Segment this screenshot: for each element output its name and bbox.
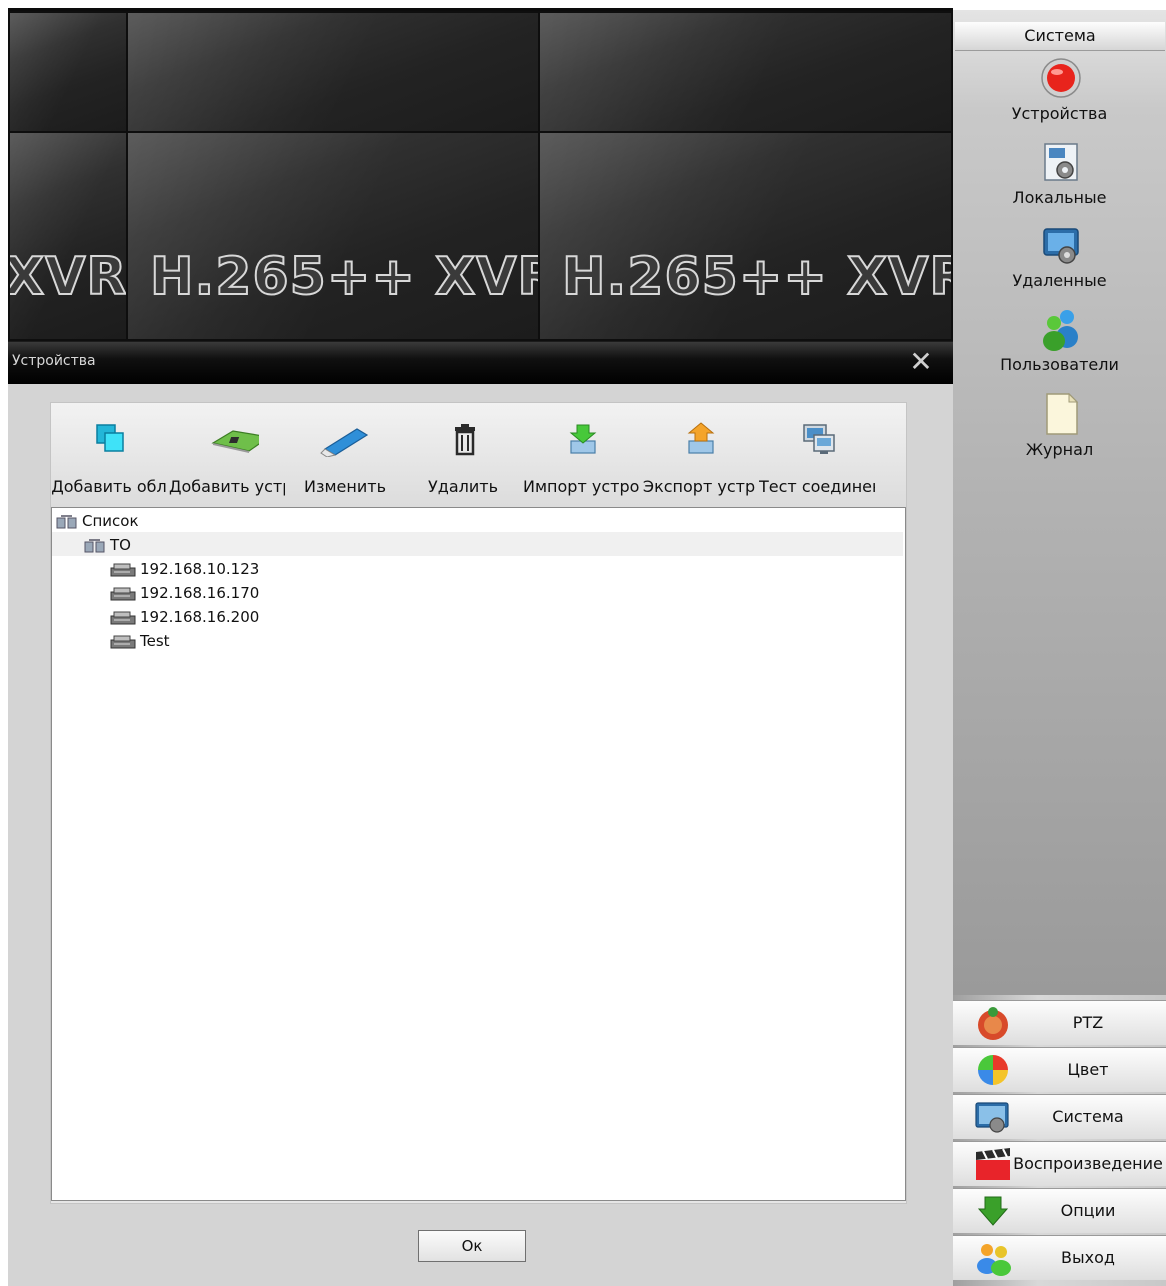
export-icon xyxy=(687,422,715,454)
device-tree: Список ТО 192.168.10.123 192.168.16.170 … xyxy=(51,507,906,1201)
video-brand-text: H.265++ XVR xyxy=(561,246,953,308)
device-label: Test xyxy=(140,632,170,650)
add-device-button[interactable]: Добавить устр xyxy=(169,417,285,501)
video-tile-1[interactable] xyxy=(8,11,128,133)
menu-item-label: Журнал xyxy=(1025,440,1094,459)
add-device-icon xyxy=(211,430,259,453)
delete-button[interactable]: Удалить xyxy=(405,417,521,501)
menu-item-label: Локальные xyxy=(1012,188,1107,207)
video-wall: XVR H.265++ XVR H.265++ XVR xyxy=(8,8,953,353)
edit-icon xyxy=(320,428,369,457)
tool-label: Изменить xyxy=(304,477,386,496)
menu-item-label: Устройства xyxy=(1011,104,1108,123)
ptz-label: PTZ xyxy=(1072,1013,1104,1032)
tree-device-item[interactable]: Test xyxy=(110,630,170,652)
menu-item-users[interactable]: Пользователи xyxy=(953,307,1166,389)
dvr-device-icon xyxy=(110,635,136,648)
menu-item-log[interactable]: Журнал xyxy=(953,392,1166,474)
menu-item-label: Пользователи xyxy=(1000,355,1119,374)
video-tile-5[interactable]: H.265++ XVR xyxy=(126,131,540,341)
red-record-icon xyxy=(1041,58,1081,98)
add-area-icon xyxy=(96,424,124,452)
video-tile-3[interactable] xyxy=(538,11,953,133)
system-icon xyxy=(975,1102,1009,1133)
add-area-button[interactable]: Добавить обл xyxy=(51,417,167,501)
system-label: Система xyxy=(1052,1107,1124,1126)
dvr-device-icon xyxy=(110,563,136,576)
trash-icon xyxy=(455,424,475,456)
edit-button[interactable]: Изменить xyxy=(287,417,403,501)
menu-item-label: Удаленные xyxy=(1012,271,1107,290)
tool-label: Импорт устро xyxy=(523,477,639,496)
playback-button[interactable]: Воспроизведение xyxy=(953,1141,1166,1186)
device-label: 192.168.10.123 xyxy=(140,560,260,578)
tree-root-label: Список xyxy=(82,512,139,530)
menu-item-devices[interactable]: Устройства xyxy=(953,56,1166,138)
test-connection-icon xyxy=(803,424,835,454)
device-label: 192.168.16.170 xyxy=(140,584,260,602)
tree-device-item[interactable]: 192.168.16.170 xyxy=(110,582,259,604)
color-label: Цвет xyxy=(1067,1060,1109,1079)
video-tile-6[interactable]: H.265++ XVR xyxy=(538,131,953,341)
tool-label: Добавить обл xyxy=(51,477,167,496)
menu-item-remote[interactable]: Удаленные xyxy=(953,223,1166,305)
tool-label: Добавить устр xyxy=(169,477,285,496)
ptz-button[interactable]: PTZ xyxy=(953,1000,1166,1045)
tool-label: Экспорт устр xyxy=(642,477,756,496)
tool-label: Удалить xyxy=(428,477,498,496)
local-settings-icon xyxy=(1044,143,1078,181)
ptz-icon xyxy=(978,1007,1008,1040)
users-icon xyxy=(1043,310,1078,351)
import-button[interactable]: Импорт устро xyxy=(523,417,639,501)
exit-button[interactable]: Выход xyxy=(953,1235,1166,1280)
system-menu: Система Устройства Локальные Удаленные П… xyxy=(953,10,1166,995)
log-document-icon xyxy=(1046,392,1079,435)
color-icon xyxy=(978,1055,1008,1085)
tree-row-highlight xyxy=(52,532,903,556)
ok-button[interactable]: Ок xyxy=(418,1230,526,1262)
folder-tree-icon xyxy=(56,514,77,528)
test-connection-button[interactable]: Тест соединени xyxy=(759,417,875,501)
dvr-device-icon xyxy=(110,611,136,624)
video-brand-text: H.265++ XVR xyxy=(149,246,540,308)
dialog-title: Устройства xyxy=(12,353,96,369)
tree-node-group[interactable]: ТО xyxy=(84,534,131,556)
device-label: 192.168.16.200 xyxy=(140,608,260,626)
folder-tree-icon xyxy=(84,538,105,552)
video-tile-2[interactable] xyxy=(126,11,540,133)
devices-dialog: Устройства ✕ Добавить обл Добавить устр xyxy=(8,342,953,1286)
tree-group-label: ТО xyxy=(110,536,131,554)
color-button[interactable]: Цвет xyxy=(953,1047,1166,1092)
tree-device-item[interactable]: 192.168.16.200 xyxy=(110,606,259,628)
device-manager-panel: Добавить обл Добавить устр Изменить Удал… xyxy=(50,402,907,1204)
system-menu-header: Система xyxy=(955,22,1165,51)
options-icon xyxy=(977,1196,1009,1226)
exit-label: Выход xyxy=(1061,1248,1115,1267)
dvr-device-icon xyxy=(110,587,136,600)
tool-label: Тест соединени xyxy=(759,477,875,496)
system-button[interactable]: Система xyxy=(953,1094,1166,1139)
options-button[interactable]: Опции xyxy=(953,1188,1166,1233)
options-label: Опции xyxy=(1060,1201,1116,1220)
import-icon xyxy=(569,424,597,454)
device-toolbar: Добавить обл Добавить устр Изменить Удал… xyxy=(51,403,906,508)
tree-device-item[interactable]: 192.168.10.123 xyxy=(110,558,259,580)
dialog-titlebar[interactable]: Устройства ✕ xyxy=(8,342,953,384)
right-panel: Система Устройства Локальные Удаленные П… xyxy=(953,10,1166,1286)
video-brand-partial: XVR xyxy=(8,246,128,308)
playback-icon xyxy=(976,1148,1010,1180)
close-icon[interactable]: ✕ xyxy=(907,348,935,376)
menu-item-local[interactable]: Локальные xyxy=(953,140,1166,222)
playback-label: Воспроизведение xyxy=(1013,1154,1163,1173)
tree-node-root[interactable]: Список xyxy=(56,510,139,532)
remote-settings-icon xyxy=(1043,228,1079,264)
exit-icon xyxy=(977,1244,1011,1276)
export-button[interactable]: Экспорт устр xyxy=(641,417,757,501)
video-tile-4[interactable]: XVR xyxy=(8,131,128,341)
